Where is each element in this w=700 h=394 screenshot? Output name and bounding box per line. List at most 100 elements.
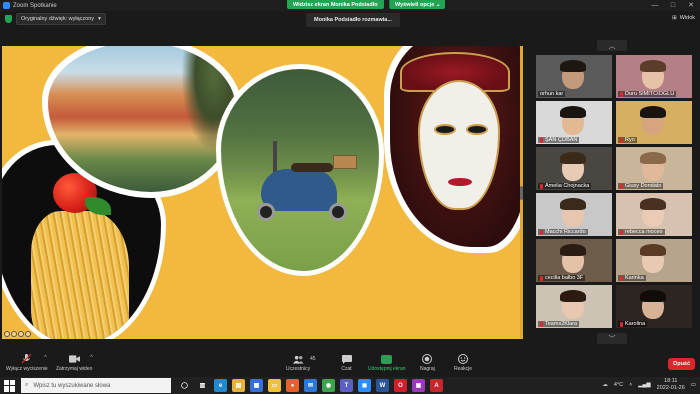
participant-tile[interactable]: Karolina xyxy=(616,285,692,328)
original-sound-button[interactable]: Oryginalny dźwięk: wyłączony ▾ xyxy=(16,13,106,25)
scroll-up-button[interactable]: ︿ xyxy=(597,40,627,51)
firefox-icon[interactable]: ● xyxy=(286,379,299,392)
scroll-down-button[interactable]: ﹀ xyxy=(597,333,627,344)
participant-tile[interactable]: Karinka xyxy=(616,239,692,282)
system-tray: ☁ 4°C ˄ ▂▄▆ 18:11 2022-01-26 ▭ xyxy=(602,378,696,392)
participant-name: Amelia Chojnacka xyxy=(538,183,592,189)
opera-icon[interactable]: O xyxy=(394,379,407,392)
photos-icon[interactable]: ▣ xyxy=(412,379,425,392)
participants-label: Uczestnicy xyxy=(286,366,311,372)
files-icon[interactable]: ▤ xyxy=(232,379,245,392)
slide-scrollbar[interactable] xyxy=(520,46,523,339)
weather-temp: 4°C xyxy=(613,382,624,388)
task-view-icon[interactable]: ◯ xyxy=(178,379,191,392)
original-sound-label: Oryginalny dźwięk: wyłączony xyxy=(21,16,95,22)
taskbar-search-field[interactable]: ⌕ Wpisz tu wyszukiwane słowa xyxy=(21,378,171,393)
participant-tile[interactable]: Ryo xyxy=(616,101,692,144)
participant-tile[interactable]: Duru SİMİTCİOĞLU xyxy=(616,55,692,98)
fit-icon[interactable] xyxy=(18,331,24,337)
view-options-button[interactable]: Wyświetl opcje ⌄ xyxy=(389,0,446,9)
windows-start-icon[interactable] xyxy=(4,379,16,392)
participant-hair xyxy=(560,106,586,118)
video-options-caret[interactable]: ^ xyxy=(90,355,93,361)
chat-icon xyxy=(341,354,352,364)
muted-mic-icon xyxy=(540,137,543,143)
participant-tile[interactable]: ŞAN ÇOBAN xyxy=(536,101,612,144)
chat-button[interactable]: Czat xyxy=(341,354,352,372)
active-speaker-indicator: Monika Podsiadło rozmawia... xyxy=(306,13,400,27)
clock-time: 18:11 xyxy=(664,378,678,384)
explorer-icon[interactable]: ▭ xyxy=(268,379,281,392)
chrome-icon[interactable]: ◉ xyxy=(322,379,335,392)
participant-tile[interactable]: orhun kar xyxy=(536,55,612,98)
teams-icon[interactable]: T xyxy=(340,379,353,392)
muted-mic-icon xyxy=(620,275,623,281)
minimize-button[interactable]: — xyxy=(646,0,664,11)
network-icon[interactable]: ▂▄▆ xyxy=(638,382,650,388)
clock-date: 2022-01-26 xyxy=(656,385,685,391)
window-title: Zoom Spotkanie xyxy=(13,2,57,9)
participant-name-text: Giusy Dondato xyxy=(625,183,662,189)
participant-tile[interactable]: Teamx2Klara xyxy=(536,285,612,328)
zoom-in-icon[interactable] xyxy=(4,331,10,337)
muted-mic-icon xyxy=(540,321,543,327)
vespa-image xyxy=(216,64,384,276)
participant-hair xyxy=(640,152,666,164)
maximize-button[interactable]: □ xyxy=(664,0,682,11)
leave-button[interactable]: Opuść xyxy=(668,358,695,370)
participants-button[interactable]: Uczestnicy xyxy=(286,354,310,372)
menu-icon[interactable] xyxy=(25,331,31,337)
participant-hair xyxy=(640,106,666,118)
participant-hair xyxy=(640,60,666,72)
word-icon[interactable]: W xyxy=(376,379,389,392)
participant-name: Ryo xyxy=(618,137,637,143)
muted-mic-icon xyxy=(620,321,623,327)
participant-name: Giusy Dondato xyxy=(618,183,664,189)
zoom-window: Zoom Spotkanie — □ ✕ Widzisz ekran Monik… xyxy=(0,0,700,394)
mail-icon[interactable]: ✉ xyxy=(304,379,317,392)
participant-tile[interactable]: Amelia Chojnacka xyxy=(536,147,612,190)
meeting-toolbar: Wyłącz wyciszenie ^ Zatrzymaj wideo ^ Uc… xyxy=(0,351,700,377)
widgets-icon[interactable]: ▥ xyxy=(196,379,209,392)
edge-icon[interactable]: e xyxy=(214,379,227,392)
unmute-button[interactable]: Wyłącz wyciszenie xyxy=(6,354,48,372)
notifications-icon[interactable]: ▭ xyxy=(691,382,696,388)
participants-gallery: ︿ orhun kar Duru SİMİTCİOĞLU ŞAN ÇOBAN Ryo A… xyxy=(531,38,699,350)
muted-mic-icon xyxy=(620,91,623,97)
reactions-button[interactable]: Reakcje xyxy=(454,354,472,372)
shield-icon[interactable] xyxy=(5,15,12,23)
chevron-down-icon: ▾ xyxy=(98,16,101,22)
share-screen-button[interactable]: Udostępnij ekran xyxy=(368,354,406,372)
participant-tile[interactable]: Giusy Dondato xyxy=(616,147,692,190)
microphone-muted-icon xyxy=(21,354,32,364)
reactions-label: Reakcje xyxy=(454,366,473,372)
participant-name: Duru SİMİTCİOĞLU xyxy=(618,91,677,97)
zoom-icon[interactable]: ◼ xyxy=(358,379,371,392)
participant-hair xyxy=(560,152,586,164)
participant-hair xyxy=(640,244,666,256)
participant-hair xyxy=(560,290,586,302)
participants-count: 45 xyxy=(310,356,316,362)
view-button[interactable]: ⊞ Widok xyxy=(672,15,695,21)
muted-mic-icon xyxy=(620,229,623,235)
mute-options-caret[interactable]: ^ xyxy=(44,355,47,361)
participant-name: Karolina xyxy=(618,321,648,327)
close-button[interactable]: ✕ xyxy=(682,0,700,11)
zoom-out-icon[interactable] xyxy=(11,331,17,337)
clock[interactable]: 18:11 2022-01-26 xyxy=(657,378,685,392)
view-label: Widok xyxy=(679,15,695,21)
store-icon[interactable]: ▦ xyxy=(250,379,263,392)
participant-tile[interactable]: Macchi Riccardo xyxy=(536,193,612,236)
share-screen-icon xyxy=(381,354,393,364)
participant-hair xyxy=(560,198,586,210)
stop-video-button[interactable]: Zatrzymaj wideo xyxy=(56,354,92,372)
participant-tile[interactable]: rebecca moceo xyxy=(616,193,692,236)
acrobat-icon[interactable]: A xyxy=(430,379,443,392)
participant-hair xyxy=(560,60,586,72)
tray-expand-icon[interactable]: ˄ xyxy=(629,382,632,388)
record-button[interactable]: Nagraj xyxy=(420,354,435,372)
participant-hair xyxy=(640,198,666,210)
participant-tile[interactable]: cecilia balbo 3F xyxy=(536,239,612,282)
participants-icon xyxy=(292,354,304,364)
slide-controls xyxy=(4,331,31,337)
